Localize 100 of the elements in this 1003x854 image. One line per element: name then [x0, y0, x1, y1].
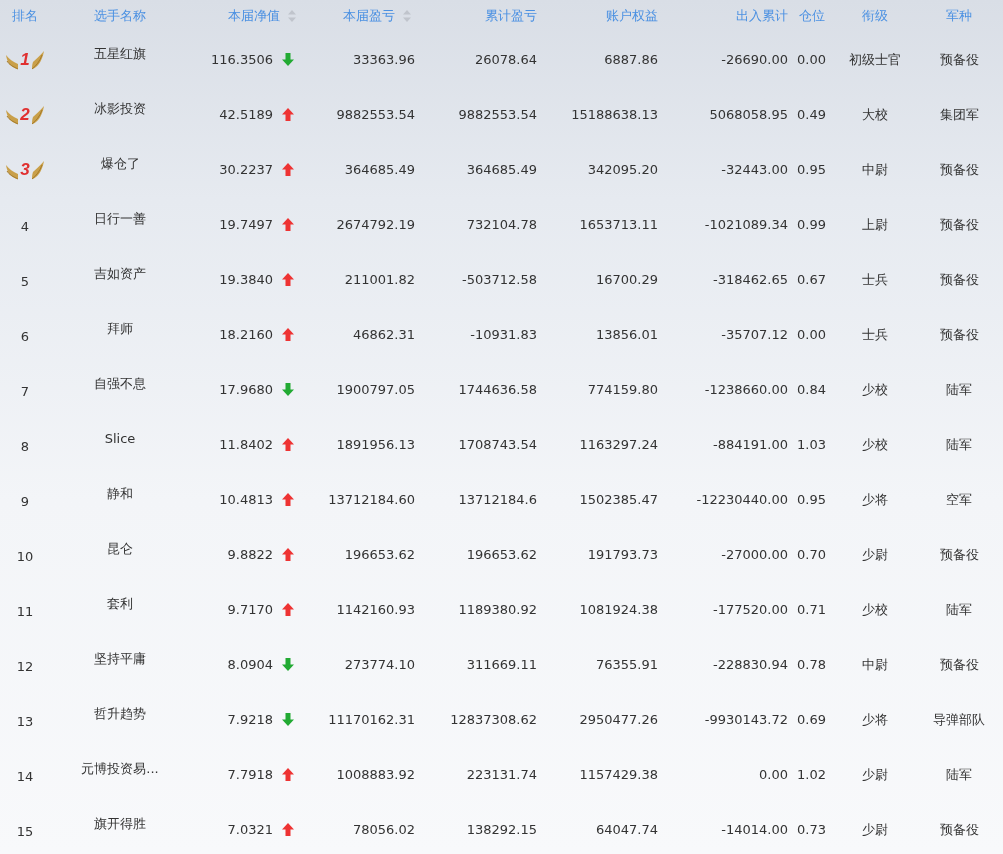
rank-number: 8	[20, 439, 30, 454]
branch-text: 预备役	[939, 215, 979, 234]
column-header[interactable]: 本届盈亏	[343, 7, 415, 25]
position-value: 0.95	[797, 492, 826, 507]
branch-text: 导弹部队	[933, 710, 985, 729]
equity-value: 13856.01	[595, 327, 658, 342]
position-value: 0.78	[797, 657, 826, 672]
column-header: 选手名称	[94, 7, 146, 25]
equity-value: 2950477.26	[579, 712, 658, 727]
total-profit-value: 13712184.6	[458, 492, 537, 507]
player-name: 静和	[107, 484, 133, 503]
branch-text: 陆军	[946, 435, 972, 454]
column-header: 账户权益	[606, 7, 658, 25]
position-value: 0.95	[797, 162, 826, 177]
equity-value: 16700.29	[595, 272, 658, 287]
flow-value: -26690.00	[721, 52, 788, 67]
position-value: 0.00	[797, 327, 826, 342]
grade-text: 少校	[862, 600, 888, 619]
flow-value: -12230440.00	[696, 492, 788, 507]
total-profit-value: 1744636.58	[458, 382, 537, 397]
rank-number: 1	[20, 49, 30, 70]
branch-text: 预备役	[939, 160, 979, 179]
grade-text: 士兵	[862, 270, 888, 289]
total-profit-value: 196653.62	[466, 547, 537, 562]
position-value: 0.73	[797, 822, 826, 837]
net-value: 9.7170	[227, 602, 273, 617]
grade-text: 大校	[862, 105, 888, 124]
position-value: 0.69	[797, 712, 826, 727]
position-value: 0.49	[797, 107, 826, 122]
equity-value: 76355.91	[595, 657, 658, 672]
flow-value: -318462.65	[713, 272, 788, 287]
total-profit-value: 1708743.54	[458, 437, 537, 452]
net-value: 9.8822	[227, 547, 273, 562]
total-profit-value: 364685.49	[466, 162, 537, 177]
profit-value: 13712184.60	[328, 492, 415, 507]
player-name: Slice	[104, 431, 136, 446]
flow-value: -1021089.34	[704, 217, 788, 232]
player-name: 套利	[107, 594, 133, 613]
rank-number: 11	[16, 604, 34, 619]
rank-number: 7	[20, 384, 30, 399]
profit-value: 11170162.31	[328, 712, 415, 727]
equity-value: 1157429.38	[579, 767, 658, 782]
sort-icon[interactable]	[288, 10, 296, 22]
total-profit-value: 223131.74	[466, 767, 537, 782]
grade-text: 初级士官	[849, 50, 901, 69]
profit-value: 2674792.19	[336, 217, 415, 232]
player-name: 哲升趋势	[94, 704, 146, 723]
net-value: 7.0321	[227, 822, 273, 837]
rank-number: 2	[20, 104, 30, 125]
position-value: 0.70	[797, 547, 826, 562]
column-header: 累计盈亏	[485, 7, 537, 25]
total-profit-value: 732104.78	[466, 217, 537, 232]
net-value: 19.7497	[219, 217, 273, 232]
net-value: 7.9218	[227, 712, 273, 727]
grade-text: 中尉	[862, 160, 888, 179]
player-name: 吉如资产	[94, 264, 146, 283]
total-profit-value: 1189380.92	[458, 602, 537, 617]
net-value: 19.3840	[219, 272, 273, 287]
net-value: 116.3506	[210, 52, 273, 67]
flow-value: -9930143.72	[704, 712, 788, 727]
branch-text: 预备役	[939, 325, 979, 344]
equity-value: 774159.80	[587, 382, 658, 397]
flow-value: -35707.12	[721, 327, 788, 342]
net-value: 18.2160	[219, 327, 273, 342]
equity-value: 191793.73	[587, 547, 658, 562]
branch-text: 预备役	[939, 545, 979, 564]
rank-number: 13	[16, 714, 34, 729]
branch-text: 预备役	[939, 270, 979, 289]
position-value: 0.00	[797, 52, 826, 67]
total-profit-value: 12837308.62	[450, 712, 537, 727]
equity-value: 15188638.13	[571, 107, 658, 122]
column-header[interactable]: 本届净值	[228, 7, 300, 25]
total-profit-value: 138292.15	[466, 822, 537, 837]
flow-value: 0.00	[759, 767, 788, 782]
profit-value: 78056.02	[352, 822, 415, 837]
player-name: 昆仑	[107, 539, 133, 558]
equity-value: 342095.20	[587, 162, 658, 177]
column-header: 排名	[12, 7, 38, 25]
net-value: 42.5189	[219, 107, 273, 122]
net-value: 7.7918	[227, 767, 273, 782]
grade-text: 少校	[862, 380, 888, 399]
grade-text: 少尉	[862, 765, 888, 784]
column-header: 仓位	[798, 7, 825, 25]
flow-value: -32443.00	[721, 162, 788, 177]
net-value: 10.4813	[219, 492, 273, 507]
rank-number: 4	[20, 219, 30, 234]
player-name: 坚持平庸	[94, 649, 146, 668]
rank-number: 10	[16, 549, 34, 564]
player-name: 日行一善	[94, 209, 146, 228]
equity-value: 1502385.47	[579, 492, 658, 507]
flow-value: 5068058.95	[709, 107, 788, 122]
net-value: 8.0904	[227, 657, 273, 672]
sort-icon[interactable]	[403, 10, 411, 22]
grade-text: 上尉	[862, 215, 888, 234]
column-header: 出入累计	[736, 7, 788, 25]
rank-number: 12	[16, 659, 34, 674]
profit-value: 211001.82	[344, 272, 415, 287]
rank-number: 6	[20, 329, 30, 344]
profit-value: 1008883.92	[336, 767, 415, 782]
branch-text: 陆军	[946, 765, 972, 784]
